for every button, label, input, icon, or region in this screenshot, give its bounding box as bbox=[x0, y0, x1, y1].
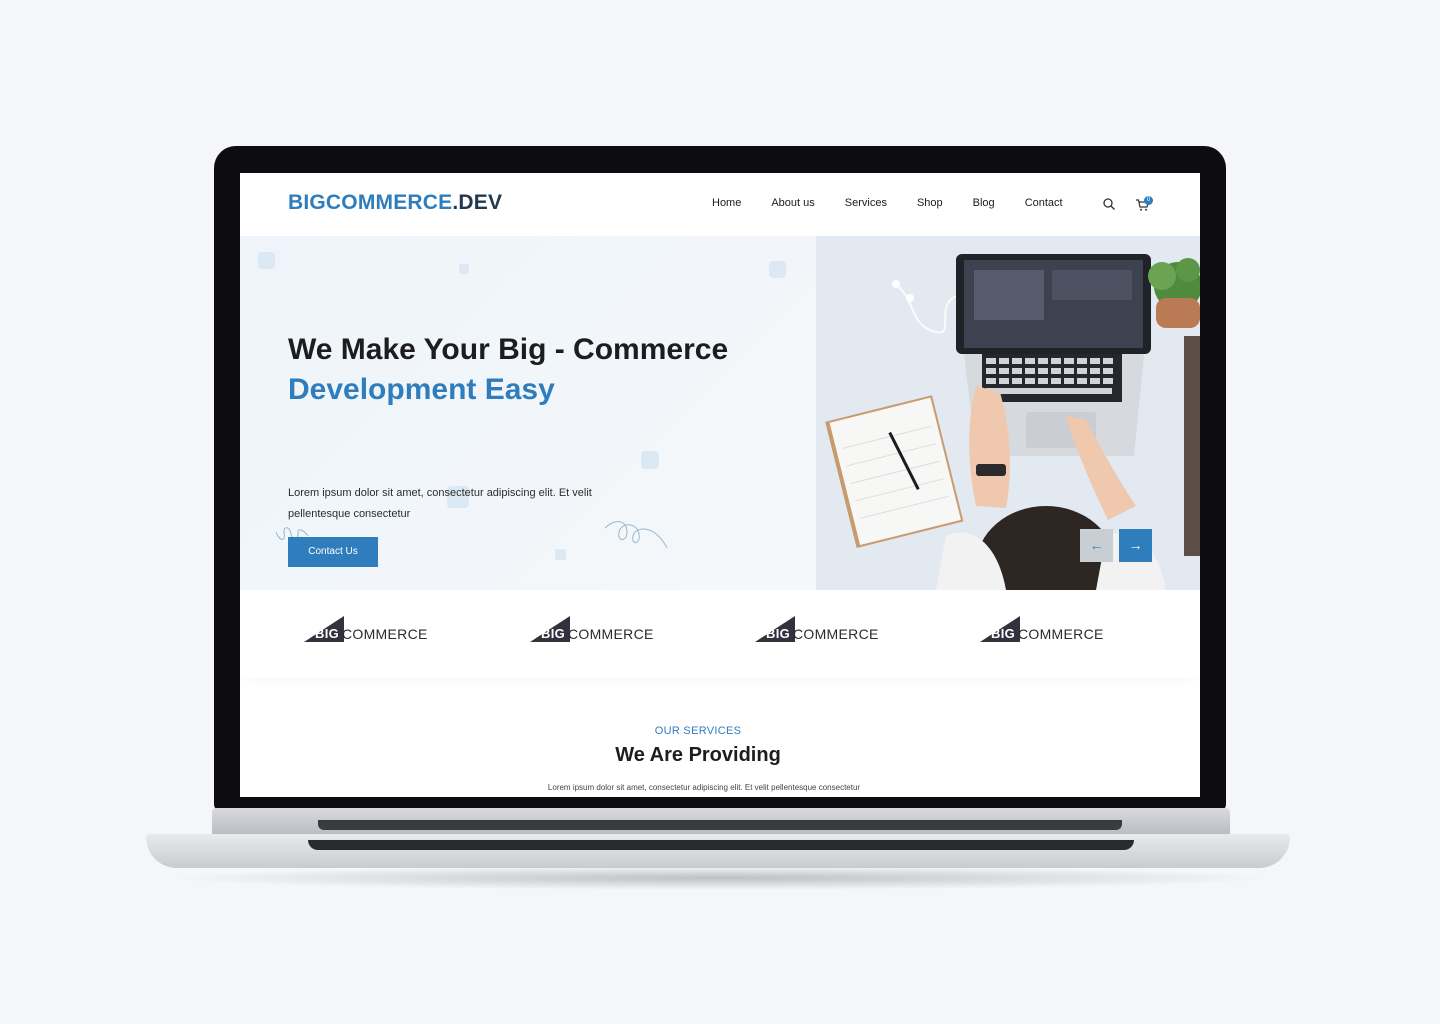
decorative-square bbox=[769, 261, 786, 278]
decorative-square bbox=[641, 451, 659, 469]
decorative-square bbox=[555, 549, 566, 560]
partner-logo-commerce: COMMERCE bbox=[342, 626, 428, 642]
partner-logo-big: BIG bbox=[315, 626, 340, 641]
hero-section: We Make Your Big - Commerce Development … bbox=[240, 236, 1200, 590]
cart-count-badge: 0 bbox=[1144, 196, 1153, 205]
nav-about-us[interactable]: About us bbox=[771, 197, 814, 209]
hero-title: We Make Your Big - Commerce bbox=[288, 333, 729, 366]
partner-logo-commerce: COMMERCE bbox=[793, 626, 879, 642]
main-nav: Home About us Services Shop Blog Contact bbox=[712, 197, 1093, 209]
contact-us-button[interactable]: Contact Us bbox=[288, 537, 378, 567]
laptop-shadow bbox=[160, 866, 1280, 890]
arrow-right-icon[interactable]: → bbox=[1119, 529, 1152, 562]
partner-logo-big: BIG bbox=[766, 626, 791, 641]
search-icon[interactable] bbox=[1102, 197, 1116, 211]
decorative-square bbox=[459, 264, 469, 274]
partner-logo-big: BIG bbox=[541, 626, 566, 641]
partner-logo-commerce: COMMERCE bbox=[1018, 626, 1104, 642]
nav-shop[interactable]: Shop bbox=[917, 197, 943, 209]
partner-logo-big: BIG bbox=[991, 626, 1016, 641]
services-description: Lorem ipsum dolor sit amet, consectetur … bbox=[547, 783, 861, 792]
laptop-screen: BIGCOMMERCE.DEV Home About us Services S… bbox=[240, 173, 1200, 797]
partner-logos: BIG COMMERCE BIG COMMERCE BIG COMMERCE B… bbox=[240, 590, 1200, 678]
logo-brand: BIGCOMMERCE bbox=[288, 191, 453, 214]
site-logo[interactable]: BIGCOMMERCE.DEV bbox=[288, 191, 502, 215]
arrow-left-icon[interactable]: ← bbox=[1080, 529, 1113, 562]
partner-logo-commerce: COMMERCE bbox=[568, 626, 654, 642]
nav-home[interactable]: Home bbox=[712, 197, 741, 209]
nav-blog[interactable]: Blog bbox=[973, 197, 995, 209]
nav-contact[interactable]: Contact bbox=[1025, 197, 1063, 209]
laptop-hinge-slot bbox=[318, 820, 1122, 830]
logo-suffix: .DEV bbox=[452, 191, 503, 214]
services-title: We Are Providing bbox=[615, 744, 781, 766]
decorative-square bbox=[258, 252, 275, 269]
site-header: BIGCOMMERCE.DEV Home About us Services S… bbox=[240, 173, 1200, 236]
services-eyebrow: OUR SERVICES bbox=[654, 725, 742, 737]
laptop-base-notch bbox=[308, 840, 1134, 850]
hero-title-accent: Development Easy bbox=[288, 373, 555, 406]
hero-description: Lorem ipsum dolor sit amet, consectetur … bbox=[288, 487, 592, 520]
nav-services[interactable]: Services bbox=[845, 197, 887, 209]
